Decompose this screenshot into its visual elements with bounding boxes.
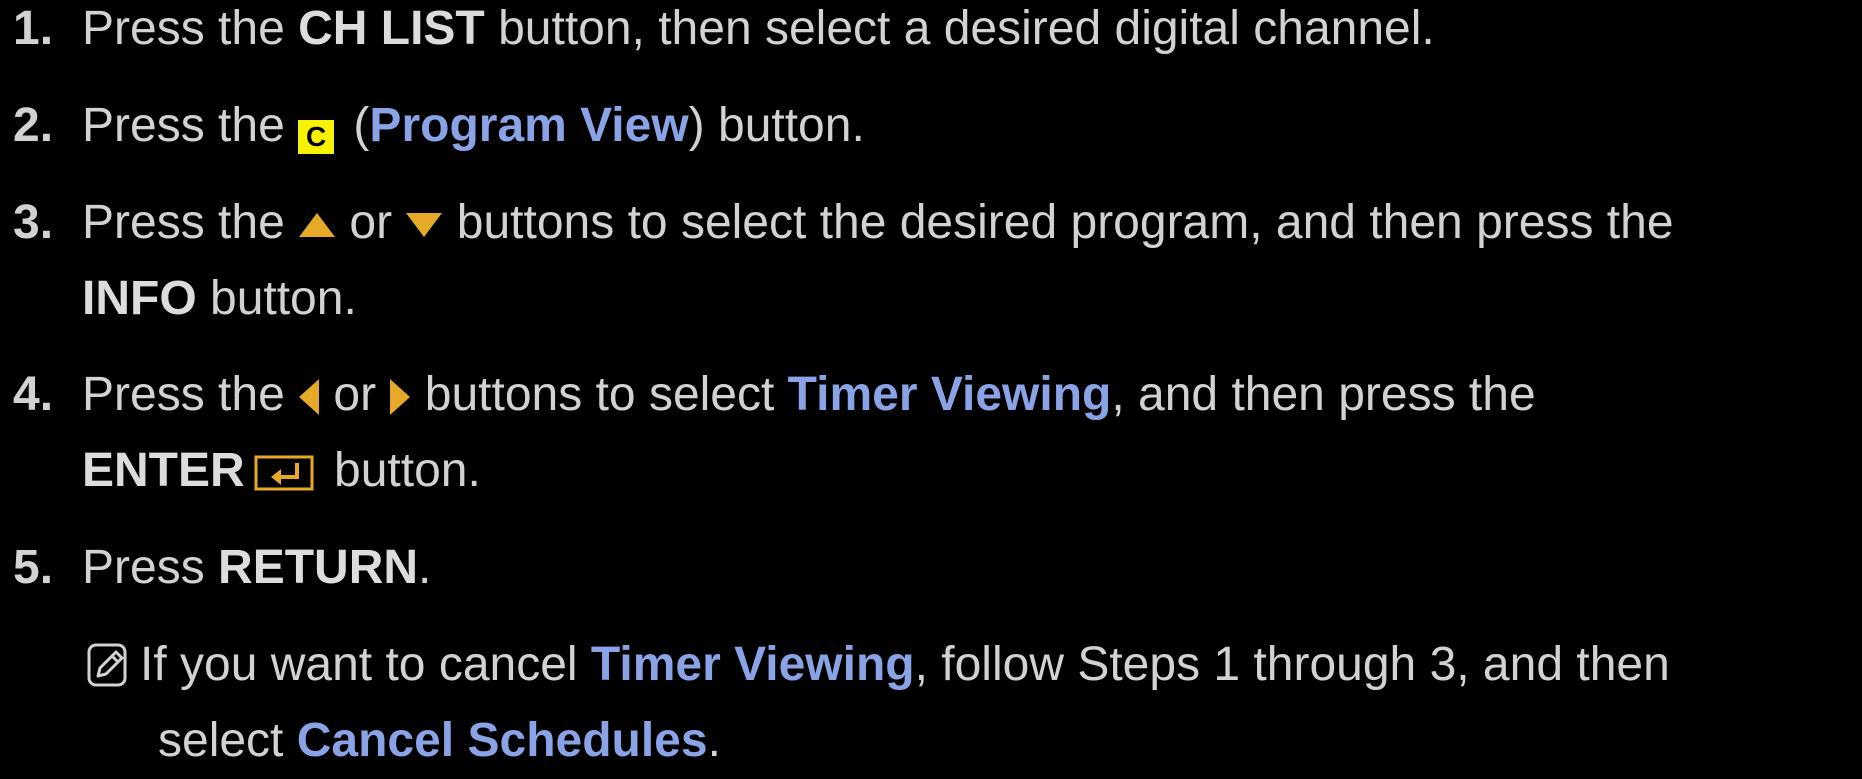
note-text-segment: If you want to cancel	[140, 638, 591, 691]
step-text-segment: Press the	[82, 99, 299, 152]
step-line: Press the or buttons to select Timer Vie…	[82, 357, 1842, 433]
timer-viewing-label: Timer Viewing	[787, 368, 1112, 421]
note-text-segment: , follow Steps 1 through 3, and then	[914, 638, 1670, 691]
step-line: ENTER button.	[82, 433, 1842, 509]
step-text-segment: Press the	[82, 196, 299, 249]
step-text-segment: button, then select a desired digital ch…	[484, 2, 1435, 55]
step-text-segment: Press the	[82, 2, 299, 55]
info-label: INFO	[82, 272, 197, 325]
step-text-segment: , and then press the	[1111, 368, 1536, 421]
step-text-segment: button.	[320, 444, 481, 497]
step-number: 1.	[13, 2, 54, 55]
step-text: Press the C (Program View) button.	[82, 88, 1842, 164]
step-text-segment: .	[418, 541, 432, 594]
c-button-icon: C	[298, 120, 335, 154]
step-text: Press the CH LIST button, then select a …	[82, 0, 1842, 67]
return-label: RETURN	[218, 541, 419, 594]
cancel-schedules-label: Cancel Schedules	[296, 714, 708, 767]
step-number: 4.	[13, 368, 54, 421]
step-text: Press the or buttons to select the desir…	[82, 185, 1842, 337]
down-arrow-icon	[406, 213, 443, 238]
right-arrow-icon	[390, 379, 411, 416]
step-text: Press the or buttons to select Timer Vie…	[82, 357, 1842, 509]
step-number: 5.	[13, 541, 54, 594]
step-number: 2.	[13, 99, 54, 152]
step-text-segment: (	[340, 99, 370, 152]
note-line: If you want to cancel Timer Viewing, fol…	[86, 627, 1842, 703]
step-line: INFO button.	[82, 261, 1842, 337]
step-line: Press the or buttons to select the desir…	[82, 185, 1842, 261]
step-text: Press RETURN.	[82, 530, 1842, 606]
left-arrow-icon	[299, 379, 320, 416]
step-text-segment: Press the	[82, 368, 299, 421]
step-text-segment: or	[320, 368, 390, 421]
enter-icon	[254, 455, 314, 491]
step-text-segment: ) button.	[688, 99, 865, 152]
step-text-segment: buttons to select the desired program, a…	[443, 196, 1674, 249]
step-text-segment: button.	[196, 272, 357, 325]
step-text-segment: Press	[82, 541, 219, 594]
step-text-segment: or	[336, 196, 406, 249]
step-number: 3.	[13, 196, 54, 249]
program-view-label: Program View	[369, 99, 689, 152]
note-icon	[87, 643, 127, 687]
note-text-segment: select	[158, 714, 297, 767]
ch-list-label: CH LIST	[298, 2, 485, 55]
note-text: If you want to cancel Timer Viewing, fol…	[86, 627, 1842, 779]
enter-label: ENTER	[82, 444, 245, 497]
note-line: select Cancel Schedules.	[86, 703, 1842, 779]
timer-viewing-label: Timer Viewing	[590, 638, 915, 691]
note-text-segment: .	[707, 714, 721, 767]
step-text-segment: buttons to select	[411, 368, 788, 421]
up-arrow-icon	[299, 213, 336, 238]
